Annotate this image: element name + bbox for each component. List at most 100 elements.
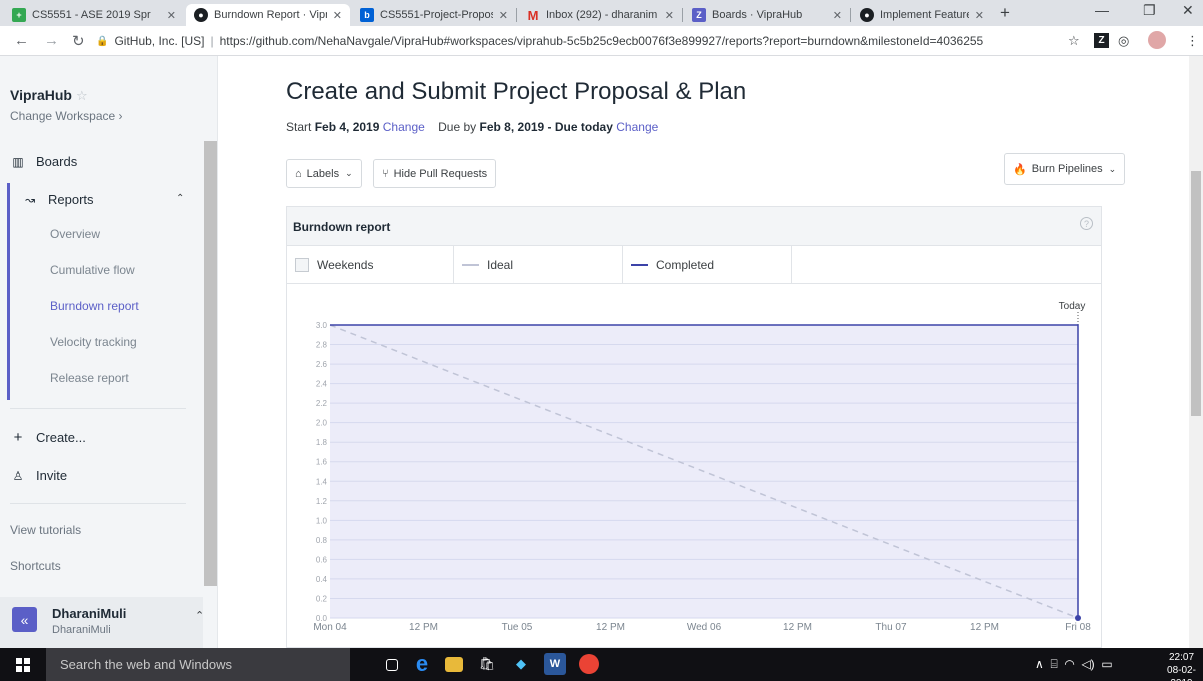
edge-browser-icon[interactable]: e xyxy=(411,651,433,676)
collapse-sidebar-button[interactable]: « xyxy=(12,607,37,632)
tab-title: Boards · VipraHub xyxy=(712,9,803,21)
x-tick-label: Wed 06 xyxy=(687,622,722,633)
browser-tab[interactable]: Z Boards · VipraHub ✕ xyxy=(684,4,850,26)
close-tab-icon[interactable]: ✕ xyxy=(833,9,842,22)
shortcuts-link[interactable]: Shortcuts xyxy=(10,559,61,573)
browser-menu-icon[interactable]: ⋮ xyxy=(1186,33,1199,49)
user-login: DharaniMuli xyxy=(52,624,111,636)
legend-completed[interactable]: Completed xyxy=(623,246,792,283)
page-title: Create and Submit Project Proposal & Pla… xyxy=(286,78,747,105)
active-section-indicator xyxy=(7,183,10,400)
workspace-name-text: VipraHub xyxy=(10,87,72,103)
file-explorer-icon[interactable] xyxy=(445,657,463,672)
hide-pr-label: Hide Pull Requests xyxy=(393,167,488,180)
store-icon[interactable]: 🛍 xyxy=(476,653,498,675)
close-tab-icon[interactable]: ✕ xyxy=(665,9,674,22)
chevron-up-icon[interactable]: ⌃ xyxy=(176,193,184,204)
sidebar-item-boards[interactable]: ▥ Boards xyxy=(10,154,77,169)
hide-pull-requests-button[interactable]: ⑂ Hide Pull Requests xyxy=(373,159,497,188)
legend-ideal[interactable]: Ideal xyxy=(454,246,623,283)
browser-tab-active[interactable]: ● Burndown Report · Vipr ✕ xyxy=(186,4,350,26)
url-field[interactable]: 🔒 GitHub, Inc. [US] | https://github.com… xyxy=(96,30,1066,52)
tab-separator xyxy=(682,8,683,22)
site-identity: GitHub, Inc. [US] xyxy=(114,34,205,48)
create-button[interactable]: + Create... xyxy=(10,429,86,446)
word-icon[interactable]: W xyxy=(544,653,566,675)
browser-tab[interactable]: M Inbox (292) - dharanim ✕ xyxy=(518,4,682,26)
page-scrollbar-thumb[interactable] xyxy=(1191,171,1201,416)
close-tab-icon[interactable]: ✕ xyxy=(167,9,176,22)
change-workspace-link[interactable]: Change Workspace › xyxy=(10,109,123,123)
tab-separator xyxy=(850,8,851,22)
chevron-up-icon[interactable]: ⌃ xyxy=(195,609,204,622)
tab-title: Burndown Report · Vipr xyxy=(214,9,327,21)
sidebar-item-reports[interactable]: ↝ Reports xyxy=(22,192,94,207)
burn-pipelines-button[interactable]: 🔥 Burn Pipelines ⌄ xyxy=(1004,153,1126,185)
pull-request-icon: ⑂ xyxy=(382,167,389,180)
sidebar-item-burndown-report[interactable]: Burndown report xyxy=(50,299,139,313)
extension-icon[interactable]: ◎ xyxy=(1118,33,1129,49)
workspace-name[interactable]: VipraHub ☆ xyxy=(10,87,88,104)
clock[interactable]: 22:07 08-02-2019 xyxy=(1160,651,1203,681)
close-tab-icon[interactable]: ✕ xyxy=(333,9,342,22)
page-scrollbar[interactable] xyxy=(1189,56,1203,648)
legend-label: Completed xyxy=(656,257,715,272)
help-icon[interactable]: ? xyxy=(1080,217,1093,230)
sidebar-scrollbar[interactable] xyxy=(203,141,218,641)
sidebar-item-cumulative-flow[interactable]: Cumulative flow xyxy=(50,263,135,277)
burndown-panel: Burndown report ? Weekends Ideal Complet… xyxy=(286,206,1102,648)
people-app-icon[interactable]: ◆ xyxy=(510,653,532,675)
sidebar-item-label: Boards xyxy=(36,154,78,169)
weekends-checkbox[interactable] xyxy=(295,257,309,272)
today-label: Today xyxy=(1059,301,1086,312)
change-due-link[interactable]: Change xyxy=(616,120,658,134)
change-start-link[interactable]: Change xyxy=(383,120,425,134)
x-tick-label: Thu 07 xyxy=(875,622,907,633)
star-bookmark-icon[interactable]: ☆ xyxy=(1068,33,1080,49)
star-icon[interactable]: ☆ xyxy=(76,88,88,103)
sidebar-item-overview[interactable]: Overview xyxy=(50,227,100,241)
browser-tab[interactable]: b CS5551-Project-Propos ✕ xyxy=(352,4,516,26)
windows-start-icon[interactable] xyxy=(16,658,30,672)
sidebar-item-velocity-tracking[interactable]: Velocity tracking xyxy=(50,335,137,349)
new-tab-icon[interactable]: + xyxy=(1000,3,1010,23)
invite-button[interactable]: ♙ Invite xyxy=(10,468,67,483)
legend-weekends-toggle[interactable]: Weekends xyxy=(287,246,454,283)
restore-icon[interactable]: ❐ xyxy=(1143,2,1156,19)
view-tutorials-link[interactable]: View tutorials xyxy=(10,523,81,537)
chrome-icon[interactable] xyxy=(579,654,599,674)
github-favicon-icon: ● xyxy=(860,8,874,22)
start-label: Start xyxy=(286,120,312,134)
labels-label: Labels xyxy=(306,167,340,180)
sidebar-scrollbar-thumb[interactable] xyxy=(204,141,217,586)
main-content: Create and Submit Project Proposal & Pla… xyxy=(218,56,1203,648)
y-tick-label: 1.0 xyxy=(316,516,328,525)
tab-title: Implement Features pl xyxy=(880,9,969,21)
browser-tab[interactable]: ● Implement Features pl ✕ xyxy=(852,4,992,26)
forward-arrow-icon[interactable]: → xyxy=(44,32,59,49)
system-tray[interactable]: ∧ ⌸ ◠ ◁) ▭ xyxy=(1035,657,1113,672)
close-tab-icon[interactable]: ✕ xyxy=(499,9,508,22)
labels-button[interactable]: ⌂ Labels ⌄ xyxy=(286,159,362,188)
boards-icon: ▥ xyxy=(12,154,24,169)
add-user-icon: ♙ xyxy=(12,468,24,483)
taskbar-search-input[interactable]: Search the web and Windows xyxy=(46,648,350,681)
browser-tab-strip: + CS5551 - ASE 2019 Spr ✕ ● Burndown Rep… xyxy=(0,0,1203,26)
chevron-down-icon: ⌄ xyxy=(345,168,353,178)
profile-avatar-icon[interactable] xyxy=(1148,31,1166,49)
address-bar-row: ← → ↻ 🔒 GitHub, Inc. [US] | https://gith… xyxy=(0,26,1203,56)
reload-icon[interactable]: ↻ xyxy=(72,32,85,50)
user-menu[interactable]: « DharaniMuli DharaniMuli ⌃ xyxy=(0,597,204,648)
close-window-icon[interactable]: ✕ xyxy=(1182,2,1194,19)
zenhub-extension-icon[interactable]: Z xyxy=(1094,33,1109,48)
sidebar-item-release-report[interactable]: Release report xyxy=(50,371,129,385)
y-tick-label: 0.8 xyxy=(316,536,328,545)
minimize-icon[interactable]: — xyxy=(1095,2,1109,18)
y-tick-label: 0.4 xyxy=(316,575,328,584)
invite-label: Invite xyxy=(36,468,68,483)
browser-tab[interactable]: + CS5551 - ASE 2019 Spr ✕ xyxy=(4,4,184,26)
close-tab-icon[interactable]: ✕ xyxy=(975,9,984,22)
task-view-icon[interactable] xyxy=(386,659,398,671)
back-arrow-icon[interactable]: ← xyxy=(14,32,29,49)
gmail-favicon-icon: M xyxy=(527,7,539,23)
